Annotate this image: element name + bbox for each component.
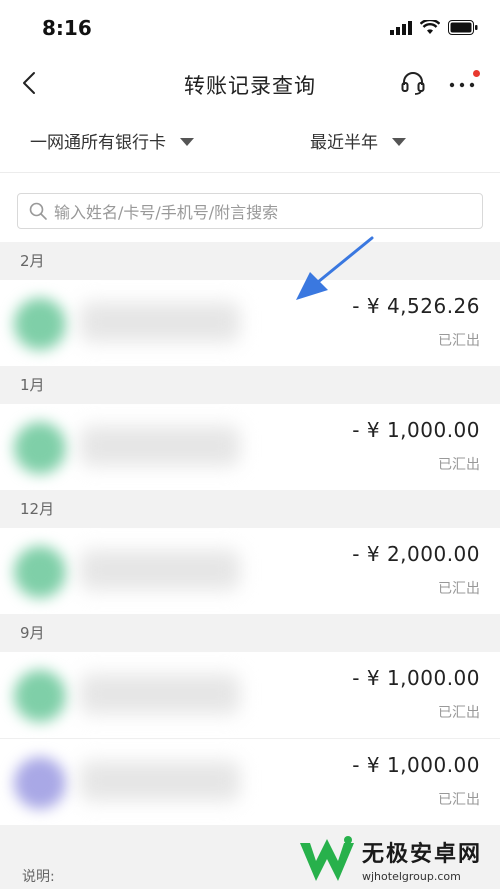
watermark-text: 无极安卓网 wjhotelgroup.com <box>362 836 482 883</box>
transfer-amount: - ¥ 2,000.00 <box>352 542 480 566</box>
transfer-amount: - ¥ 1,000.00 <box>352 666 480 690</box>
payee-info-blurred <box>80 426 240 466</box>
watermark-title: 无极安卓网 <box>362 842 483 867</box>
watermark-logo-icon <box>300 835 354 881</box>
notification-dot <box>473 70 480 77</box>
transfer-status: 已汇出 <box>438 792 480 808</box>
search-section: 输入姓名/卡号/手机号/附言搜索 <box>0 172 500 242</box>
status-bar: 8:16 <box>0 0 500 58</box>
triangle-down-icon <box>180 137 194 146</box>
transfer-amount: - ¥ 1,000.00 <box>352 753 480 777</box>
month-header: 12月 <box>20 500 55 518</box>
transfer-amount: - ¥ 1,000.00 <box>352 418 480 442</box>
transfer-record[interactable]: - ¥ 1,000.00 已汇出 <box>0 739 500 825</box>
transfer-status: 已汇出 <box>438 705 480 721</box>
wifi-icon <box>420 20 440 34</box>
nav-bar: 转账记录查询 <box>0 58 500 112</box>
avatar <box>14 757 66 809</box>
transfer-record[interactable]: - ¥ 1,000.00 已汇出 <box>0 404 500 490</box>
payee-info-blurred <box>80 674 240 714</box>
transfer-record[interactable]: - ¥ 2,000.00 已汇出 <box>0 528 500 614</box>
headset-icon[interactable] <box>400 70 426 96</box>
month-header: 2月 <box>20 252 45 270</box>
payee-info-blurred <box>80 302 240 342</box>
search-input[interactable]: 输入姓名/卡号/手机号/附言搜索 <box>17 193 483 229</box>
card-filter-dropdown[interactable]: 一网通所有银行卡 <box>30 128 194 153</box>
month-header: 1月 <box>20 376 45 394</box>
payee-info-blurred <box>80 550 240 590</box>
search-icon <box>29 202 47 220</box>
watermark-url: wjhotelgroup.com <box>362 870 461 883</box>
status-time: 8:16 <box>42 16 92 40</box>
battery-icon <box>448 20 478 35</box>
status-icons <box>390 20 478 35</box>
watermark: 无极安卓网 wjhotelgroup.com <box>296 830 500 889</box>
transfer-status: 已汇出 <box>438 581 480 597</box>
transfer-record[interactable]: - ¥ 4,526.26 已汇出 <box>0 280 500 366</box>
transfer-status: 已汇出 <box>438 457 480 473</box>
period-filter-label: 最近半年 <box>310 133 378 153</box>
search-placeholder: 输入姓名/卡号/手机号/附言搜索 <box>54 203 279 222</box>
avatar <box>14 298 66 350</box>
filter-bar: 一网通所有银行卡 最近半年 <box>0 112 500 172</box>
period-filter-dropdown[interactable]: 最近半年 <box>310 128 406 153</box>
card-filter-label: 一网通所有银行卡 <box>30 133 166 153</box>
annotation-arrow-icon <box>296 236 374 300</box>
avatar <box>14 422 66 474</box>
triangle-down-icon <box>392 137 406 146</box>
avatar <box>14 546 66 598</box>
note-label: 说明: <box>22 869 55 885</box>
transfer-status: 已汇出 <box>438 333 480 349</box>
month-header: 9月 <box>20 624 45 642</box>
signal-icon <box>390 20 412 35</box>
payee-info-blurred <box>80 761 240 801</box>
header: 8:16 转账记录查询 一网通所有银行卡 最近半年 <box>0 0 500 172</box>
transfer-record[interactable]: - ¥ 1,000.00 已汇出 <box>0 652 500 738</box>
avatar <box>14 670 66 722</box>
